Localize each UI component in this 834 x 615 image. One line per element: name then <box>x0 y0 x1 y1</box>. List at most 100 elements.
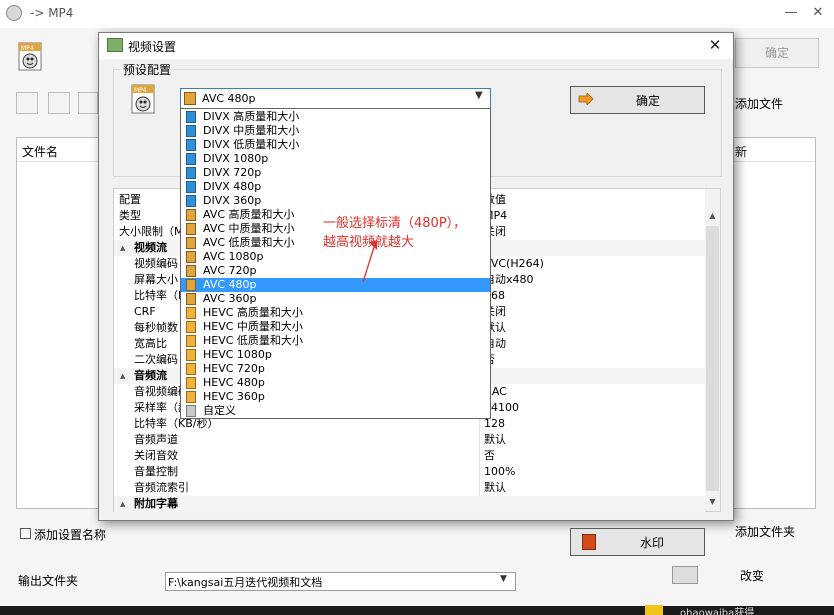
dropdown-option[interactable]: DIVX 高质量和大小 <box>181 110 490 124</box>
dialog-close-icon[interactable]: ✕ <box>706 36 724 54</box>
play-icon[interactable] <box>78 92 98 114</box>
collapse-triangle-icon[interactable]: ▲ <box>120 240 125 256</box>
chevron-down-icon[interactable]: ▼ <box>475 90 483 101</box>
collapse-triangle-icon[interactable]: ▲ <box>120 496 125 512</box>
column-right[interactable]: 新 <box>735 143 747 160</box>
hevc-icon <box>186 307 196 319</box>
dropdown-option[interactable]: DIVX 低质量和大小 <box>181 138 490 152</box>
folder-browse-icon[interactable] <box>672 566 698 584</box>
grid-row-key: 类型 <box>119 209 141 222</box>
dropdown-option-label: AVC 高质量和大小 <box>203 208 295 221</box>
dropdown-option-label: HEVC 480p <box>203 376 265 389</box>
output-folder-label: 输出文件夹 <box>18 574 79 588</box>
custom-icon <box>186 405 196 417</box>
grid-row[interactable]: 音量控制 100% <box>114 464 705 480</box>
grid-row[interactable]: 音频声道 默认 <box>114 432 705 448</box>
dropdown-option-label: DIVX 1080p <box>203 152 269 165</box>
annotation-arrow <box>362 240 377 283</box>
divx-icon <box>186 153 196 165</box>
dropdown-option-label: HEVC 中质量和大小 <box>203 320 303 333</box>
dropdown-option[interactable]: HEVC 低质量和大小 <box>181 334 490 348</box>
avc-icon <box>186 223 196 235</box>
grid-row-key: 每秒帧数 <box>134 321 178 334</box>
grid-row-value[interactable]: 默认 <box>484 432 506 448</box>
app-logo-icon <box>6 5 22 21</box>
grid-row-key: 关闭音效 <box>134 449 178 462</box>
annotation-line-2: 越高视频就越大 <box>323 235 415 250</box>
grid-row-value[interactable]: 100% <box>484 464 515 480</box>
dropdown-option[interactable]: HEVC 720p <box>181 362 490 376</box>
dropdown-option-label: HEVC 360p <box>203 390 265 403</box>
minimize-button[interactable]: — <box>778 2 804 24</box>
dropdown-option[interactable]: AVC 720p <box>181 264 490 278</box>
dropdown-option[interactable]: HEVC 高质量和大小 <box>181 306 490 320</box>
scroll-up-icon[interactable]: ▲ <box>705 211 720 220</box>
column-filename[interactable]: 文件名 <box>22 143 58 160</box>
main-close-button[interactable]: ✕ <box>805 2 831 24</box>
dropdown-option[interactable]: DIVX 720p <box>181 166 490 180</box>
dropdown-option[interactable]: DIVX 360p <box>181 194 490 208</box>
preset-group-label: 预设配置 <box>120 61 175 78</box>
dropdown-option[interactable]: DIVX 中质量和大小 <box>181 124 490 138</box>
dropdown-option[interactable]: AVC 1080p <box>181 250 490 264</box>
dropdown-option[interactable]: HEVC 中质量和大小 <box>181 320 490 334</box>
remove-file-icon[interactable] <box>16 92 38 114</box>
chevron-down-icon[interactable]: ▼ <box>500 574 507 584</box>
dropdown-option-label: AVC 720p <box>203 264 257 277</box>
dialog-ok-label: 确定 <box>636 94 661 108</box>
dropdown-option-label: DIVX 中质量和大小 <box>203 124 300 137</box>
grid-row[interactable]: 关闭音效 否 <box>114 448 705 464</box>
grid-row[interactable]: 音频流索引 默认 <box>114 480 705 496</box>
grid-scroll-thumb[interactable] <box>706 226 719 491</box>
dropdown-option-label: AVC 480p <box>203 278 257 291</box>
grid-row-key: 屏幕大小 <box>134 273 178 286</box>
dropdown-option[interactable]: AVC 360p <box>181 292 490 306</box>
dropdown-option[interactable]: HEVC 1080p <box>181 348 490 362</box>
dropdown-option-label: HEVC 1080p <box>203 348 272 361</box>
avc-icon <box>186 265 196 277</box>
annotation-text: 一般选择标清（480P）， 越高视频就越大 <box>323 214 466 252</box>
watermark-icon <box>582 534 596 550</box>
hevc-icon <box>186 349 196 361</box>
hevc-icon <box>186 335 196 347</box>
clear-list-icon[interactable] <box>48 92 70 114</box>
taskbar-app-icon[interactable] <box>645 605 663 615</box>
dialog-picture-icon <box>107 38 123 52</box>
add-setting-name-checkbox[interactable] <box>20 528 31 539</box>
hevc-icon <box>186 391 196 403</box>
avc-icon <box>184 92 196 105</box>
divx-icon <box>186 195 196 207</box>
avc-icon <box>186 237 196 249</box>
mp4-preset-icon: MP4 <box>130 84 158 116</box>
output-folder-value: F:\kangsai五月迭代视频和文档 <box>168 576 323 589</box>
grid-category[interactable]: ▲ 附加字幕 <box>114 496 705 512</box>
change-button[interactable]: 改变 <box>740 567 764 584</box>
grid-header-key: 配置 <box>119 193 141 206</box>
add-folder-button[interactable]: 添加文件夹 <box>735 523 795 540</box>
dropdown-option-label: DIVX 480p <box>203 180 262 193</box>
grid-row-key: 音频声道 <box>134 433 178 446</box>
dropdown-option[interactable]: 自定义 <box>181 404 490 418</box>
grid-row-key: 音频流索引 <box>134 481 189 494</box>
divx-icon <box>186 111 196 123</box>
grid-row-key: 附加字幕 <box>134 497 178 510</box>
grid-row-value[interactable]: 默认 <box>484 480 506 496</box>
dropdown-option[interactable]: HEVC 480p <box>181 376 490 390</box>
taskbar-text: ohaowaiba获得 <box>680 608 755 615</box>
annotation-line-1: 一般选择标清（480P）， <box>323 216 467 231</box>
main-ok-button[interactable]: 确定 <box>735 38 819 68</box>
grid-row-value[interactable]: 否 <box>484 448 495 464</box>
scroll-down-icon[interactable]: ▼ <box>705 497 720 506</box>
add-file-button[interactable]: 添加文件 <box>735 95 783 112</box>
dropdown-option[interactable]: AVC 480p <box>181 278 490 292</box>
hevc-icon <box>186 321 196 333</box>
avc-icon <box>186 293 196 305</box>
grid-row-value[interactable]: AVC(H264) <box>484 256 544 272</box>
dropdown-option[interactable]: DIVX 1080p <box>181 152 490 166</box>
grid-row-value[interactable]: 自动x480 <box>484 272 534 288</box>
dropdown-option[interactable]: DIVX 480p <box>181 180 490 194</box>
dropdown-option[interactable]: HEVC 360p <box>181 390 490 404</box>
collapse-triangle-icon[interactable]: ▲ <box>120 368 125 384</box>
dropdown-option-label: HEVC 低质量和大小 <box>203 334 303 347</box>
svg-text:MP4: MP4 <box>134 87 147 94</box>
